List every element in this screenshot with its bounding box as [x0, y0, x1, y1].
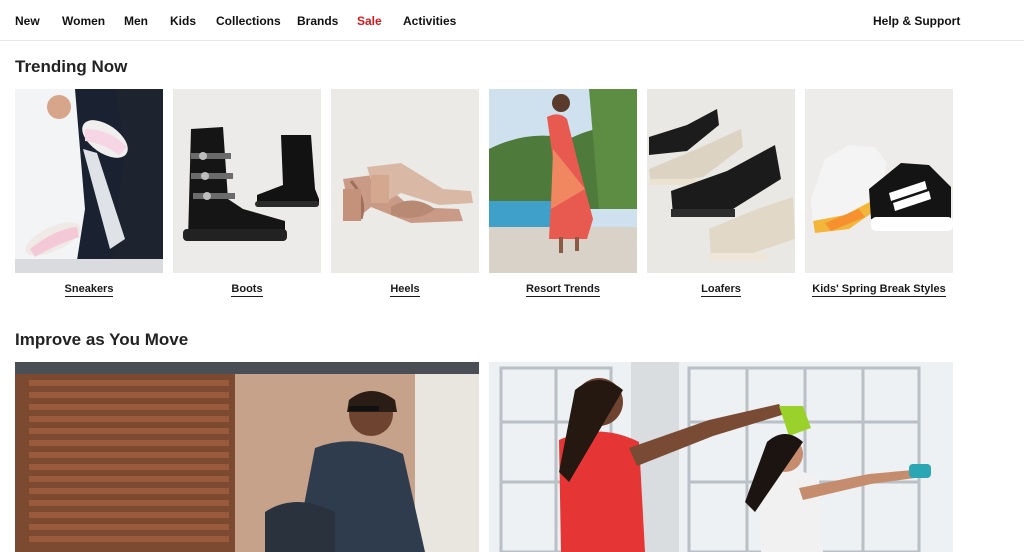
- trending-tile-loafers[interactable]: [647, 89, 795, 273]
- tile-label[interactable]: Heels: [331, 283, 479, 297]
- heels-photo: [331, 89, 479, 273]
- trending-tile-sneakers[interactable]: [15, 89, 163, 273]
- improve-heading: Improve as You Move: [15, 330, 189, 349]
- kids-sneakers-photo: [805, 89, 953, 273]
- nav-item-activities[interactable]: Activities: [403, 14, 456, 28]
- nav-item-sale[interactable]: Sale: [357, 14, 382, 28]
- trending-now-heading: Trending Now: [15, 57, 128, 76]
- sneakers-photo: [15, 89, 163, 273]
- nav-item-women[interactable]: Women: [62, 14, 105, 28]
- help-support-link[interactable]: Help & Support: [873, 14, 960, 28]
- boots-photo: [173, 89, 321, 273]
- nav-item-brands[interactable]: Brands: [297, 14, 338, 28]
- hero-banner-outdoor[interactable]: [15, 362, 479, 552]
- nav-item-collections[interactable]: Collections: [216, 14, 281, 28]
- trending-tile-boots[interactable]: [173, 89, 321, 273]
- kettlebell-workout-photo: [489, 362, 953, 552]
- resort-photo: [489, 89, 637, 273]
- top-navigation: New Women Men Kids Collections Brands Sa…: [0, 0, 1024, 41]
- hero-banner-workout[interactable]: [489, 362, 953, 552]
- tile-label[interactable]: Sneakers: [15, 283, 163, 297]
- trending-tile-heels[interactable]: [331, 89, 479, 273]
- tile-label[interactable]: Kids' Spring Break Styles: [805, 283, 953, 297]
- nav-item-new[interactable]: New: [15, 14, 40, 28]
- trending-tile-resort-trends[interactable]: [489, 89, 637, 273]
- tile-label[interactable]: Boots: [173, 283, 321, 297]
- trending-tile-kids-spring-break[interactable]: [805, 89, 953, 273]
- tile-label[interactable]: Resort Trends: [489, 283, 637, 297]
- tile-label[interactable]: Loafers: [647, 283, 795, 297]
- nav-item-men[interactable]: Men: [124, 14, 148, 28]
- nav-item-kids[interactable]: Kids: [170, 14, 196, 28]
- man-sitting-outdoors-photo: [15, 362, 479, 552]
- loafers-photo: [647, 89, 795, 273]
